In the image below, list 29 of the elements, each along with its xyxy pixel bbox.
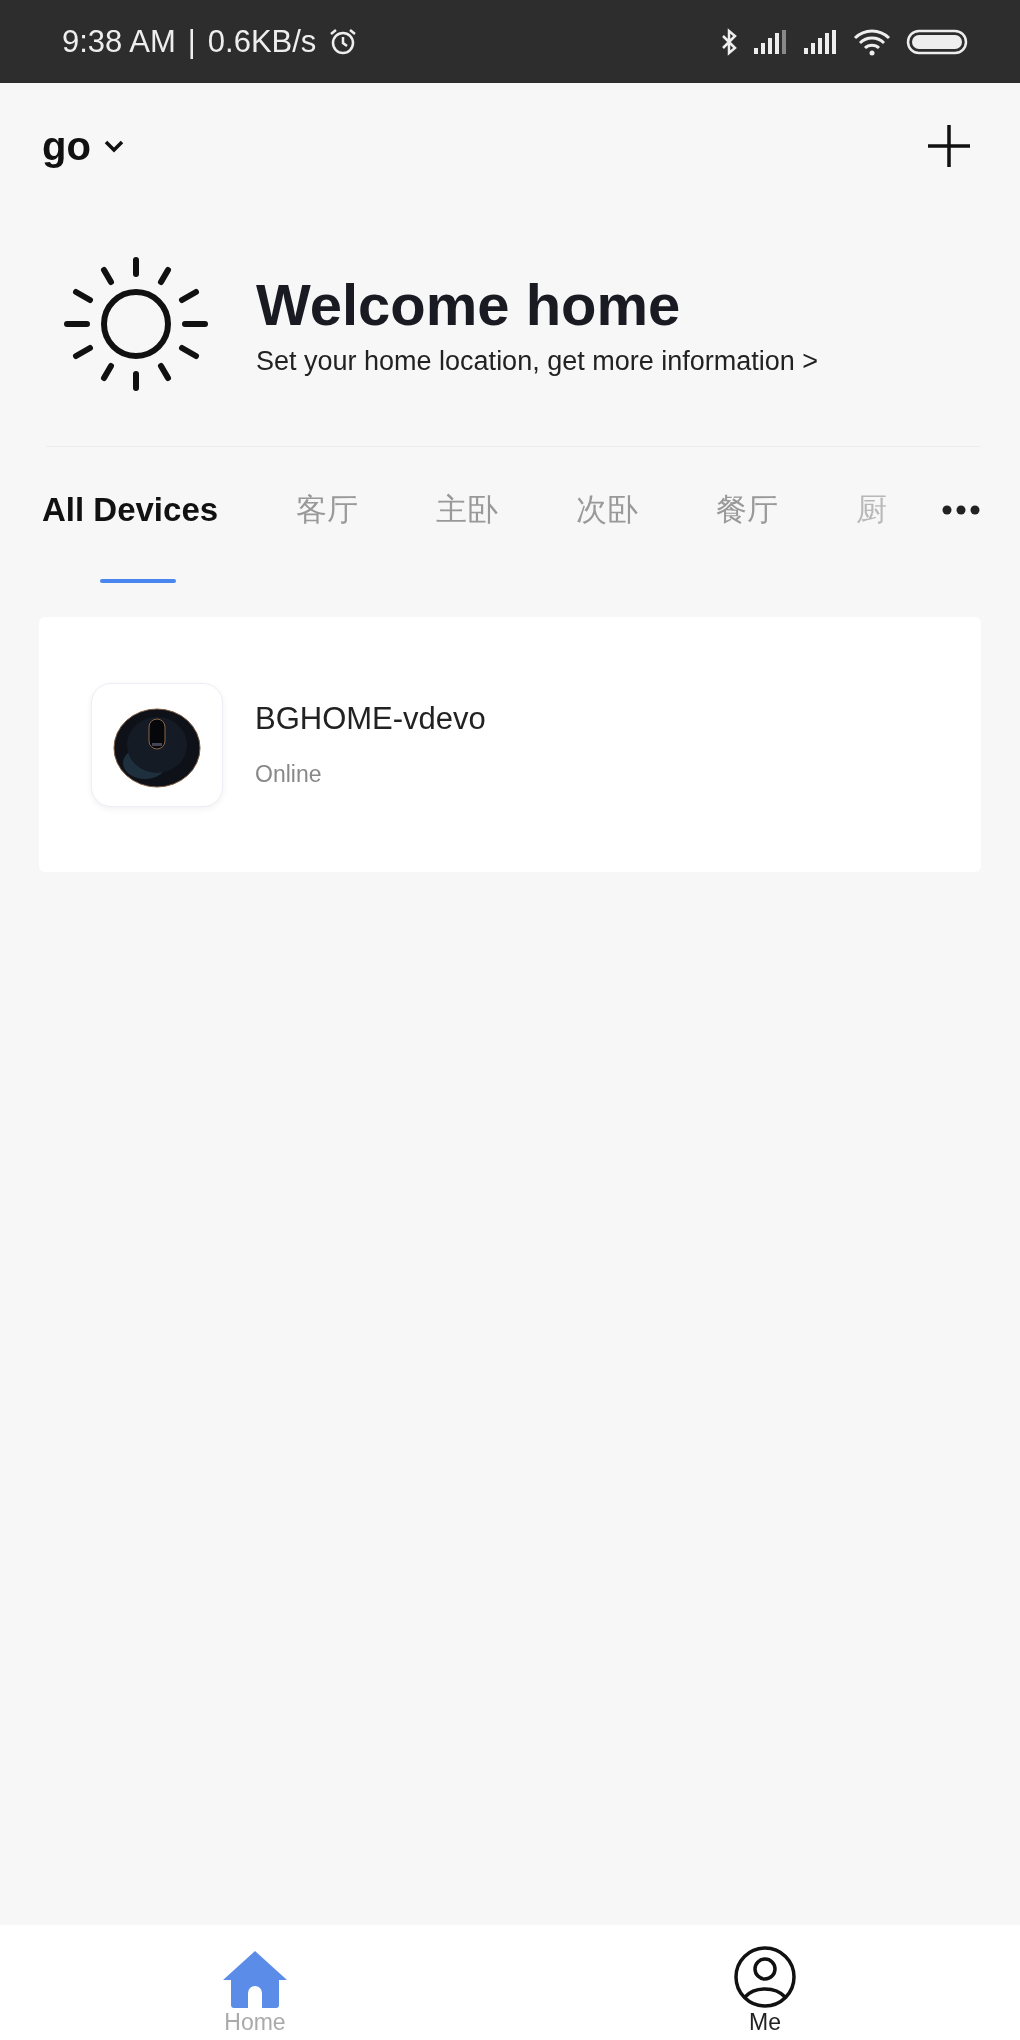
nav-tab[interactable]: Home: [0, 1925, 510, 2040]
cellular-signal-icon: [802, 27, 838, 56]
nav-tab[interactable]: Me: [510, 1925, 1020, 2040]
add-button[interactable]: [926, 123, 972, 169]
room-tab[interactable]: 主卧: [436, 489, 499, 583]
home-selector[interactable]: go: [42, 123, 125, 169]
status-separator: |: [187, 23, 196, 60]
battery-icon: [906, 27, 970, 56]
room-tab[interactable]: 次卧: [576, 489, 639, 583]
welcome-title: Welcome home: [256, 271, 682, 338]
bluetooth-icon: [720, 27, 738, 56]
chevron-down-icon: [102, 139, 125, 153]
home-icon: [221, 1949, 289, 2009]
room-tab[interactable]: 客厅: [296, 489, 359, 583]
plus-icon: [926, 123, 972, 169]
device-name: BGHOME-vdevo: [255, 701, 486, 737]
device-card[interactable]: BGHOME-vdevo Online: [39, 617, 981, 872]
more-icon: [942, 505, 980, 515]
network-speed: 0.6KB/s: [207, 23, 317, 60]
device-status: Online: [255, 761, 323, 788]
status-time: 9:38 AM: [62, 23, 176, 60]
room-tab[interactable]: All Devices: [42, 489, 219, 583]
room-tab[interactable]: 厨: [856, 489, 888, 583]
wifi-icon: [852, 27, 892, 56]
cellular-signal-icon: [752, 27, 788, 56]
sun-icon: [64, 257, 208, 391]
room-tab[interactable]: 餐厅: [716, 489, 779, 583]
profile-icon: [733, 1945, 797, 2009]
set-location-link[interactable]: Set your home location, get more information >: [256, 346, 819, 377]
